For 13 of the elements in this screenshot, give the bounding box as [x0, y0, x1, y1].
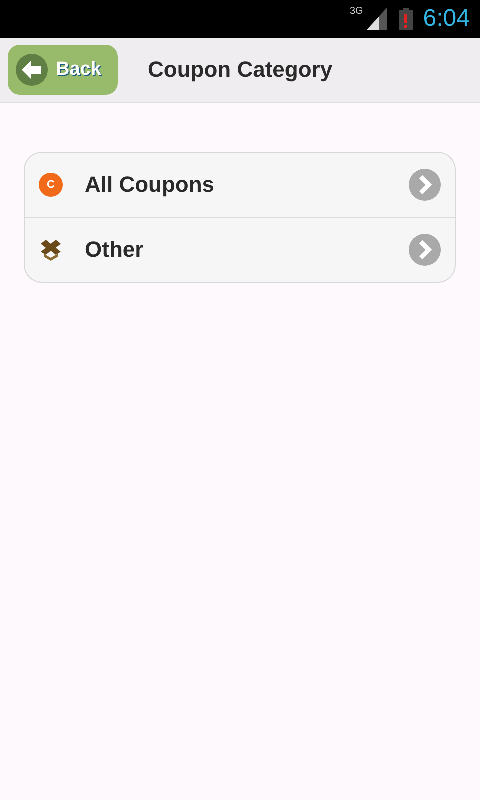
network-type: 3G	[350, 6, 364, 17]
screen-title: Coupon Category	[148, 57, 333, 83]
box-icon	[39, 239, 63, 261]
clock: 6:04	[423, 5, 470, 33]
chevron-right-icon	[409, 169, 441, 201]
battery-icon	[399, 8, 414, 30]
signal-icon	[367, 8, 388, 30]
category-label: All Coupons	[85, 172, 216, 198]
coupon-icon: C	[39, 173, 63, 197]
category-item[interactable]: Other	[25, 217, 455, 282]
chevron-right-icon	[409, 234, 441, 266]
category-item[interactable]: C All Coupons	[25, 153, 455, 217]
category-label: Other	[85, 237, 145, 263]
